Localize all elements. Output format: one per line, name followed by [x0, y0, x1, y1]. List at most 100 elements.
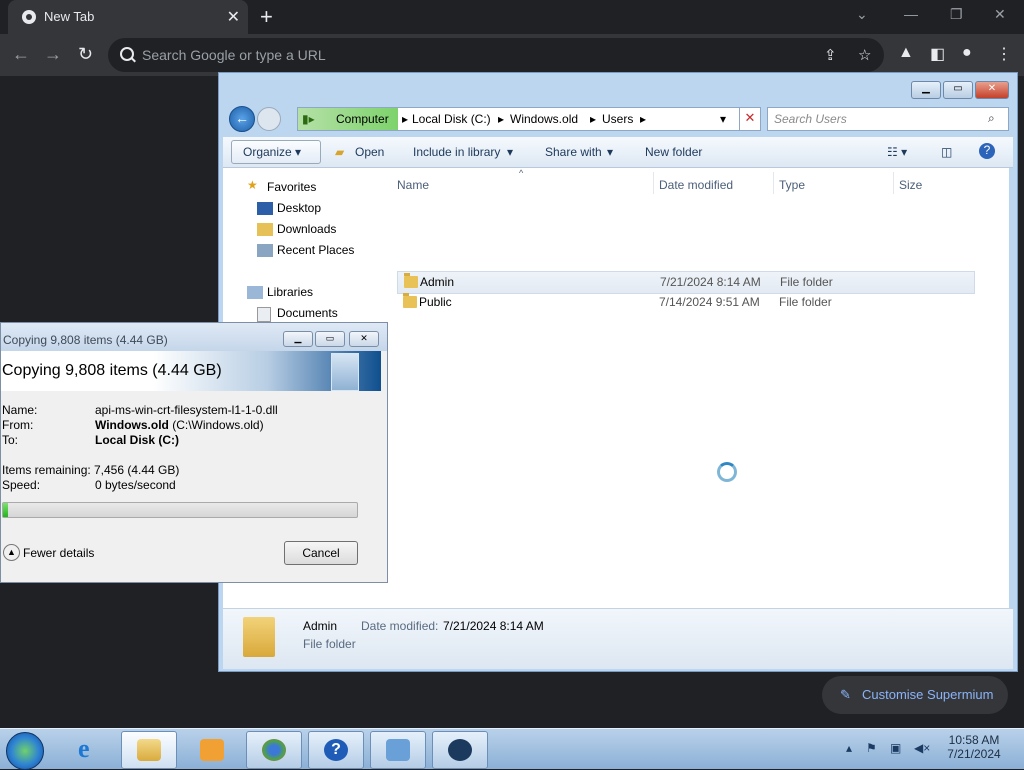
minimize-icon[interactable]: —: [904, 6, 918, 22]
breadcrumb-local-disk[interactable]: Local Disk (C:): [412, 112, 491, 126]
maximize-button[interactable]: ▭: [315, 331, 345, 347]
nav-desktop[interactable]: Desktop: [277, 201, 321, 215]
search-placeholder[interactable]: Search Users: [774, 112, 847, 126]
taskbar-chrome[interactable]: [246, 731, 302, 769]
customise-button[interactable]: ✎ Customise Supermium: [822, 676, 1008, 714]
nav-favorites[interactable]: Favorites: [267, 180, 316, 194]
omnibox[interactable]: Search Google or type a URL ⇪ ☆: [108, 38, 884, 72]
breadcrumb-separator-icon[interactable]: ▸: [402, 112, 408, 126]
search-icon[interactable]: ⌕: [988, 111, 995, 126]
show-hidden-icons-icon[interactable]: ▴: [846, 741, 852, 755]
search-users-input[interactable]: Search Users ⌕: [767, 107, 1009, 131]
to-value[interactable]: Local Disk (C:): [95, 433, 179, 447]
minimize-button[interactable]: ▁: [283, 331, 313, 347]
back-arrow-icon[interactable]: ←: [12, 44, 30, 65]
breadcrumb-separator-icon[interactable]: ▸: [590, 112, 596, 126]
breadcrumb-users[interactable]: Users: [602, 112, 633, 126]
breadcrumb-separator-icon[interactable]: ▸: [640, 112, 646, 126]
help-icon[interactable]: ?: [979, 143, 995, 159]
open-button[interactable]: Open: [355, 145, 384, 159]
row-type: File folder: [779, 295, 832, 309]
new-tab-plus-icon[interactable]: +: [260, 4, 273, 30]
chrome-tab-strip: New Tab ✕ + ⌄ — ❐ ✕: [0, 0, 1024, 34]
chevron-up-icon[interactable]: ▲: [3, 544, 20, 561]
share-icon[interactable]: ⇪: [824, 46, 837, 64]
start-button[interactable]: [6, 732, 44, 770]
close-window-icon[interactable]: ✕: [994, 6, 1006, 23]
network-icon[interactable]: ▣: [890, 741, 901, 755]
taskbar-media-player[interactable]: [184, 731, 240, 769]
new-folder-button[interactable]: New folder: [645, 145, 702, 159]
column-divider[interactable]: [773, 172, 774, 194]
breadcrumb-separator-icon[interactable]: ▸: [498, 112, 504, 126]
volume-muted-icon[interactable]: ◀×: [914, 741, 930, 755]
organize-label[interactable]: Organize: [243, 145, 292, 159]
nav-downloads[interactable]: Downloads: [277, 222, 336, 236]
maximize-button[interactable]: ▭: [943, 81, 973, 99]
include-in-library-button[interactable]: Include in library: [413, 145, 500, 159]
column-header-date[interactable]: Date modified: [659, 178, 733, 192]
restore-icon[interactable]: ❐: [950, 6, 963, 23]
column-divider[interactable]: [653, 172, 654, 194]
share-with-button[interactable]: Share with: [545, 145, 602, 159]
dropdown-arrow-icon[interactable]: ▾: [295, 145, 301, 159]
copy-titlebar[interactable]: Copying 9,808 items (4.44 GB) ▁ ▭ ✕: [1, 323, 387, 351]
omnibox-placeholder[interactable]: Search Google or type a URL: [142, 47, 326, 63]
column-header-size[interactable]: Size: [899, 178, 922, 192]
back-icon[interactable]: ←: [229, 106, 255, 132]
forward-icon[interactable]: [257, 107, 281, 131]
close-button[interactable]: ✕: [975, 81, 1009, 99]
details-date-label: Date modified:: [361, 619, 439, 633]
taskbar-ie[interactable]: e: [62, 731, 118, 769]
fewer-details-label[interactable]: Fewer details: [23, 546, 94, 560]
folder-icon: [403, 293, 417, 308]
media-player-icon: [200, 739, 224, 761]
close-button[interactable]: ✕: [349, 331, 379, 347]
column-header-name[interactable]: Name: [397, 178, 429, 192]
system-clock[interactable]: 10:58 AM 7/21/2024: [940, 733, 1008, 761]
action-center-flag-icon[interactable]: ⚑: [866, 741, 877, 755]
open-folder-icon[interactable]: ▰: [335, 145, 344, 159]
tab-close-icon[interactable]: ✕: [227, 7, 240, 27]
remaining-label: Items remaining:: [2, 463, 91, 477]
nav-documents[interactable]: Documents: [277, 306, 338, 320]
side-panel-icon[interactable]: ◧: [930, 44, 945, 64]
from-value[interactable]: Windows.old (C:\Windows.old): [95, 418, 264, 432]
menu-kebab-icon[interactable]: ⋮: [996, 44, 1012, 64]
preview-pane-icon[interactable]: ◫: [941, 145, 952, 159]
bookmark-star-icon[interactable]: ☆: [858, 46, 871, 64]
breadcrumb-computer[interactable]: Computer: [336, 112, 389, 126]
recent-places-icon: [257, 244, 273, 257]
column-header-type[interactable]: Type: [779, 178, 805, 192]
address-dropdown-icon[interactable]: ▾: [720, 112, 726, 126]
pencil-icon: ✎: [840, 687, 851, 702]
forward-arrow-icon[interactable]: →: [44, 44, 62, 65]
downloads-folder-icon: [257, 223, 273, 236]
dropdown-arrow-icon[interactable]: ▾: [507, 145, 513, 159]
cancel-button[interactable]: Cancel: [284, 541, 358, 565]
copy-progress-dialog: Copying 9,808 items (4.44 GB) ▁ ▭ ✕ Copy…: [0, 322, 388, 583]
taskbar-steam[interactable]: [432, 731, 488, 769]
from-bold[interactable]: Windows.old: [95, 418, 169, 432]
taskbar-explorer[interactable]: [121, 731, 177, 769]
breadcrumb-windows-old[interactable]: Windows.old: [510, 112, 578, 126]
nav-libraries[interactable]: Libraries: [267, 285, 313, 299]
taskbar-help[interactable]: ?: [308, 731, 364, 769]
stop-x-icon[interactable]: ✕: [739, 107, 761, 131]
libraries-icon: [247, 286, 263, 299]
table-row[interactable]: Public 7/14/2024 9:51 AM File folder: [397, 292, 973, 313]
reload-icon[interactable]: ↻: [78, 44, 93, 65]
dropdown-arrow-icon[interactable]: ▾: [607, 145, 613, 159]
taskbar-control-panel[interactable]: [370, 731, 426, 769]
profile-icon[interactable]: ●: [962, 44, 972, 62]
chevron-down-icon[interactable]: ⌄: [856, 6, 868, 23]
view-options-icon[interactable]: ☷ ▾: [887, 145, 907, 159]
nav-recent-places[interactable]: Recent Places: [277, 243, 354, 257]
labs-flask-icon[interactable]: ▲: [898, 44, 914, 62]
address-bar[interactable]: ▮▸ Computer ▸ Local Disk (C:) ▸ Windows.…: [297, 107, 759, 131]
minimize-button[interactable]: ▁: [911, 81, 941, 99]
details-name: Admin: [303, 619, 338, 633]
column-divider[interactable]: [893, 172, 894, 194]
table-row[interactable]: Admin 7/21/2024 8:14 AM File folder: [397, 271, 975, 294]
tab-new-tab[interactable]: New Tab ✕: [8, 0, 248, 34]
